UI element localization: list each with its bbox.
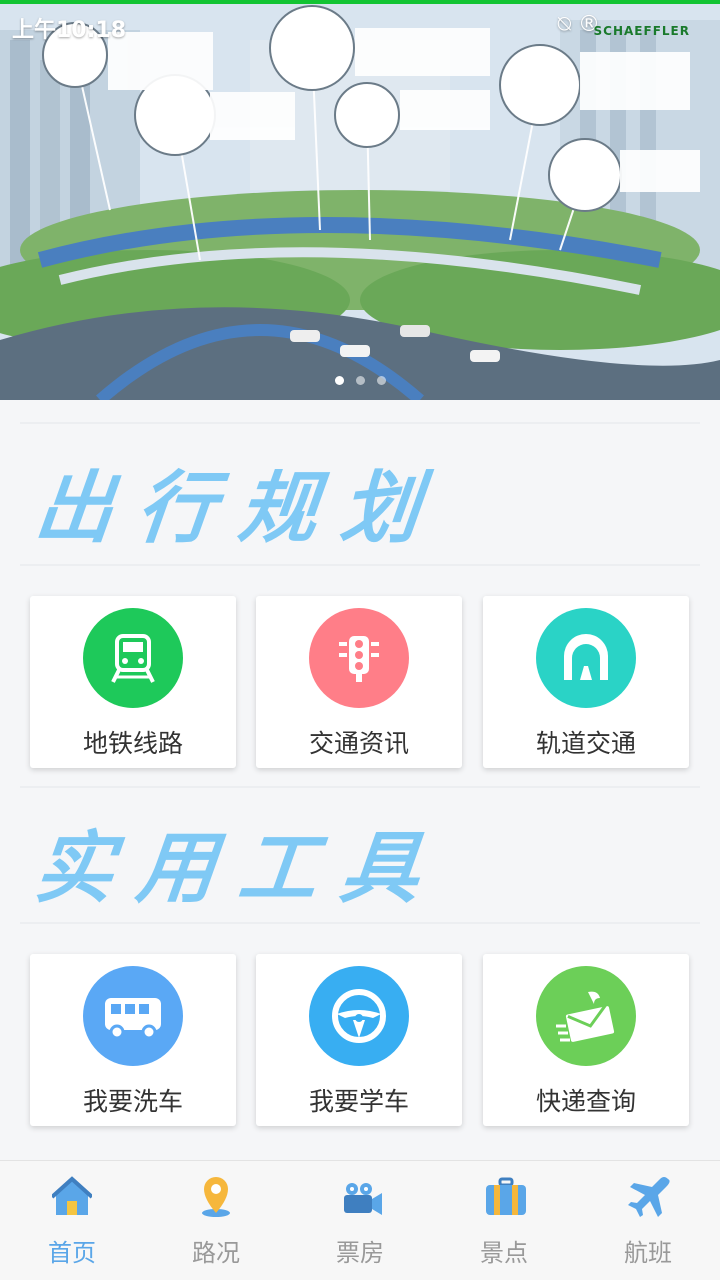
carousel-indicator [0, 370, 720, 389]
subway-lines-label: 地铁线路 [82, 729, 183, 758]
nav-home-label: 首页 [48, 1239, 96, 1267]
video-camera-icon [340, 1175, 382, 1219]
section-title-travel-planning: 出行规划 [30, 463, 449, 554]
tunnel-icon [536, 608, 636, 708]
car-wash-button[interactable]: 我要洗车 [30, 954, 236, 1126]
envelope-icon [536, 966, 636, 1066]
nav-traffic[interactable]: 路况 [144, 1161, 288, 1280]
section-divider [20, 786, 700, 788]
section-divider [20, 922, 700, 924]
section-divider [20, 422, 700, 424]
nav-home[interactable]: 首页 [0, 1161, 144, 1280]
car-wash-label: 我要洗车 [82, 1087, 183, 1116]
rail-transit-label: 轨道交通 [535, 729, 636, 758]
nav-box-office[interactable]: 票房 [288, 1161, 432, 1280]
bottom-navigation: 首页 路况 票房 景点 航班 [0, 1160, 720, 1280]
suitcase-icon [484, 1175, 526, 1219]
traffic-light-icon [309, 608, 409, 708]
express-tracking-button[interactable]: 快递查询 [483, 954, 689, 1126]
traffic-news-button[interactable]: 交通资讯 [256, 596, 462, 768]
location-pin-icon [196, 1175, 236, 1219]
airplane-icon [628, 1175, 670, 1219]
subway-lines-button[interactable]: 地铁线路 [30, 596, 236, 768]
steering-wheel-icon [309, 966, 409, 1066]
nav-attractions[interactable]: 景点 [432, 1161, 576, 1280]
section-title-practical-tools: 实用工具 [30, 823, 449, 914]
carousel-dot[interactable] [334, 376, 344, 385]
nav-attractions-label: 景点 [480, 1239, 528, 1267]
nav-flights[interactable]: 航班 [576, 1161, 720, 1280]
driving-school-button[interactable]: 我要学车 [256, 954, 462, 1126]
bus-icon [83, 966, 183, 1066]
rail-transit-button[interactable]: 轨道交通 [483, 596, 689, 768]
section-divider [20, 564, 700, 566]
carousel-dot[interactable] [355, 376, 365, 385]
driving-school-label: 我要学车 [308, 1087, 409, 1116]
nav-traffic-label: 路况 [192, 1239, 240, 1267]
home-icon [50, 1175, 94, 1219]
train-icon [83, 608, 183, 708]
carousel-dot[interactable] [376, 376, 386, 385]
status-time: 上午10:18 [12, 18, 127, 43]
banner-image [0, 0, 720, 400]
nav-box-office-label: 票房 [336, 1239, 384, 1267]
banner-carousel[interactable]: 上午10:18 ⍉ ® SCHAEFFLER [0, 0, 720, 400]
nav-flights-label: 航班 [624, 1239, 672, 1267]
traffic-news-label: 交通资讯 [308, 729, 409, 758]
express-tracking-label: 快递查询 [535, 1087, 636, 1116]
banner-brand-logo: SCHAEFFLER [593, 24, 690, 38]
